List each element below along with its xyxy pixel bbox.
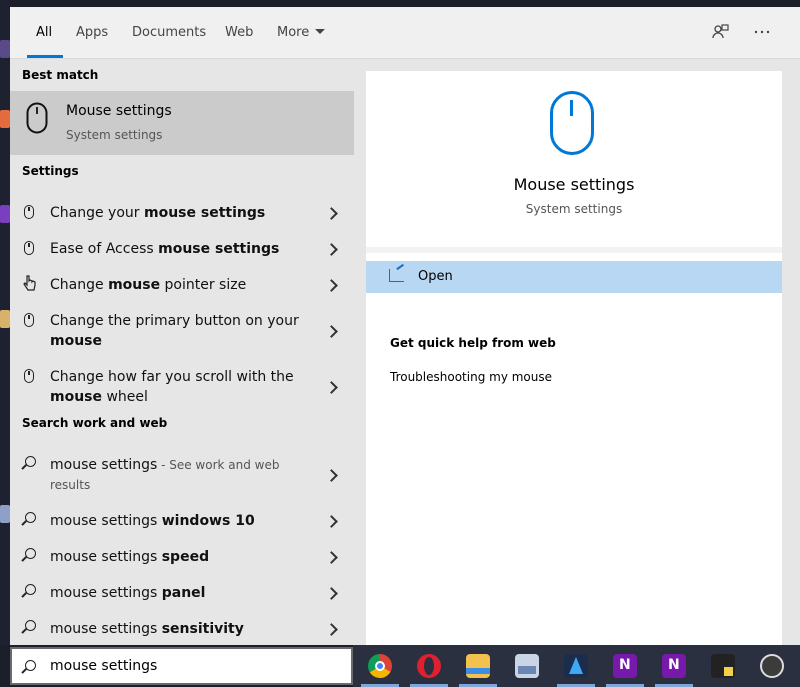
file-explorer-icon[interactable]: [466, 654, 490, 678]
onenote-2-icon[interactable]: N: [662, 654, 686, 678]
search-box[interactable]: [10, 647, 353, 685]
mouse-icon: [22, 311, 38, 329]
divider: [366, 247, 782, 253]
tab-web[interactable]: Web: [225, 25, 253, 40]
preview-title: Mouse settings: [513, 175, 635, 194]
web-result-sensitivity[interactable]: mouse settings sensitivity: [10, 611, 354, 647]
chevron-right-icon[interactable]: [325, 551, 338, 564]
settings-item-label: Change mouse pointer size: [50, 277, 247, 293]
chevron-right-icon[interactable]: [325, 587, 338, 600]
chevron-right-icon[interactable]: [325, 243, 338, 256]
affinity-designer-icon[interactable]: [564, 654, 588, 678]
web-result-label: mouse settings speed: [50, 549, 210, 565]
settings-item-change-mouse-settings[interactable]: Change your mouse settings: [10, 195, 354, 231]
mouse-icon: [22, 203, 38, 221]
desktop-icon: [0, 205, 10, 223]
settings-heading: Settings: [22, 164, 79, 178]
chevron-right-icon[interactable]: [325, 469, 338, 482]
desktop-icon: [0, 110, 10, 128]
settings-item-ease-of-access[interactable]: Ease of Access mouse settings: [10, 231, 354, 267]
search-web-heading: Search work and web: [22, 416, 168, 430]
search-tabs-bar: All Apps Documents Web More: [10, 7, 800, 59]
best-match-title: Mouse settings: [66, 103, 172, 119]
chevron-right-icon[interactable]: [325, 325, 338, 338]
image-viewer-icon[interactable]: [515, 654, 539, 678]
settings-item-label: Change how far you scroll with the mouse …: [50, 369, 294, 405]
web-result-label: mouse settings - See work and web results: [50, 457, 280, 492]
desktop-icon: [0, 505, 10, 523]
web-result-label: mouse settings windows 10: [50, 513, 255, 529]
web-result-speed[interactable]: mouse settings speed: [10, 539, 354, 575]
onenote-icon[interactable]: N: [613, 654, 637, 678]
desktop-icon: [0, 310, 10, 328]
search-icon: [22, 619, 38, 637]
chevron-right-icon[interactable]: [325, 381, 338, 394]
more-options-icon[interactable]: [752, 23, 772, 43]
search-icon: [22, 511, 38, 529]
settings-item-pointer-size[interactable]: Change mouse pointer size: [10, 267, 354, 303]
preview-pane: Mouse settings System settings Open Get …: [366, 71, 782, 645]
open-icon: [389, 269, 404, 282]
mouse-icon: [550, 91, 594, 155]
search-icon: [22, 583, 38, 601]
open-button[interactable]: Open: [366, 261, 782, 293]
mouse-icon: [22, 239, 38, 257]
desktop-edge: [0, 0, 10, 645]
mouse-icon: [22, 367, 38, 385]
settings-item-label: Change your mouse settings: [50, 205, 266, 221]
settings-item-primary-button[interactable]: Change the primary button on your mouse: [10, 303, 354, 359]
settings-item-label: Change the primary button on your mouse: [50, 313, 299, 349]
best-match-item[interactable]: Mouse settings System settings: [10, 91, 354, 155]
web-result-windows-10[interactable]: mouse settings windows 10: [10, 503, 354, 539]
active-tab-indicator: [27, 55, 63, 58]
best-match-subtitle: System settings: [66, 128, 163, 142]
search-icon: [22, 455, 38, 473]
web-result-label: mouse settings sensitivity: [50, 621, 244, 637]
chrome-icon[interactable]: [368, 654, 392, 678]
quick-help-link[interactable]: Troubleshooting my mouse: [390, 370, 552, 384]
mouse-icon: [26, 102, 48, 134]
search-input[interactable]: [50, 658, 340, 674]
open-label: Open: [418, 269, 453, 284]
preview-subtitle: System settings: [525, 202, 623, 216]
web-result-label: mouse settings panel: [50, 585, 206, 601]
pointer-icon: [22, 274, 38, 292]
app-icon[interactable]: [760, 654, 784, 678]
tab-more[interactable]: More: [277, 25, 326, 40]
search-icon: [25, 660, 36, 671]
feedback-icon[interactable]: [710, 23, 730, 43]
chevron-right-icon[interactable]: [325, 515, 338, 528]
tab-more-label: More: [277, 25, 310, 40]
chevron-right-icon[interactable]: [325, 207, 338, 220]
tab-apps[interactable]: Apps: [76, 25, 108, 40]
opera-icon[interactable]: [417, 654, 441, 678]
taskbar: N N: [353, 645, 800, 687]
chevron-down-icon: [315, 29, 326, 34]
web-result-panel[interactable]: mouse settings panel: [10, 575, 354, 611]
settings-item-scroll[interactable]: Change how far you scroll with the mouse …: [10, 359, 354, 415]
desktop-icon: [0, 40, 10, 58]
chevron-right-icon[interactable]: [325, 623, 338, 636]
quick-help-heading: Get quick help from web: [390, 336, 556, 350]
best-match-heading: Best match: [22, 68, 99, 82]
web-result-see-work-and-web[interactable]: mouse settings - See work and web results: [10, 447, 354, 503]
settings-item-label: Ease of Access mouse settings: [50, 241, 280, 257]
tab-documents[interactable]: Documents: [132, 25, 206, 40]
results-list: Best match Mouse settings System setting…: [10, 59, 354, 645]
chevron-right-icon[interactable]: [325, 279, 338, 292]
tab-all[interactable]: All: [36, 25, 52, 40]
search-panel: All Apps Documents Web More Best match M…: [10, 7, 800, 645]
sticky-notes-icon[interactable]: [711, 654, 735, 678]
search-icon: [22, 547, 38, 565]
